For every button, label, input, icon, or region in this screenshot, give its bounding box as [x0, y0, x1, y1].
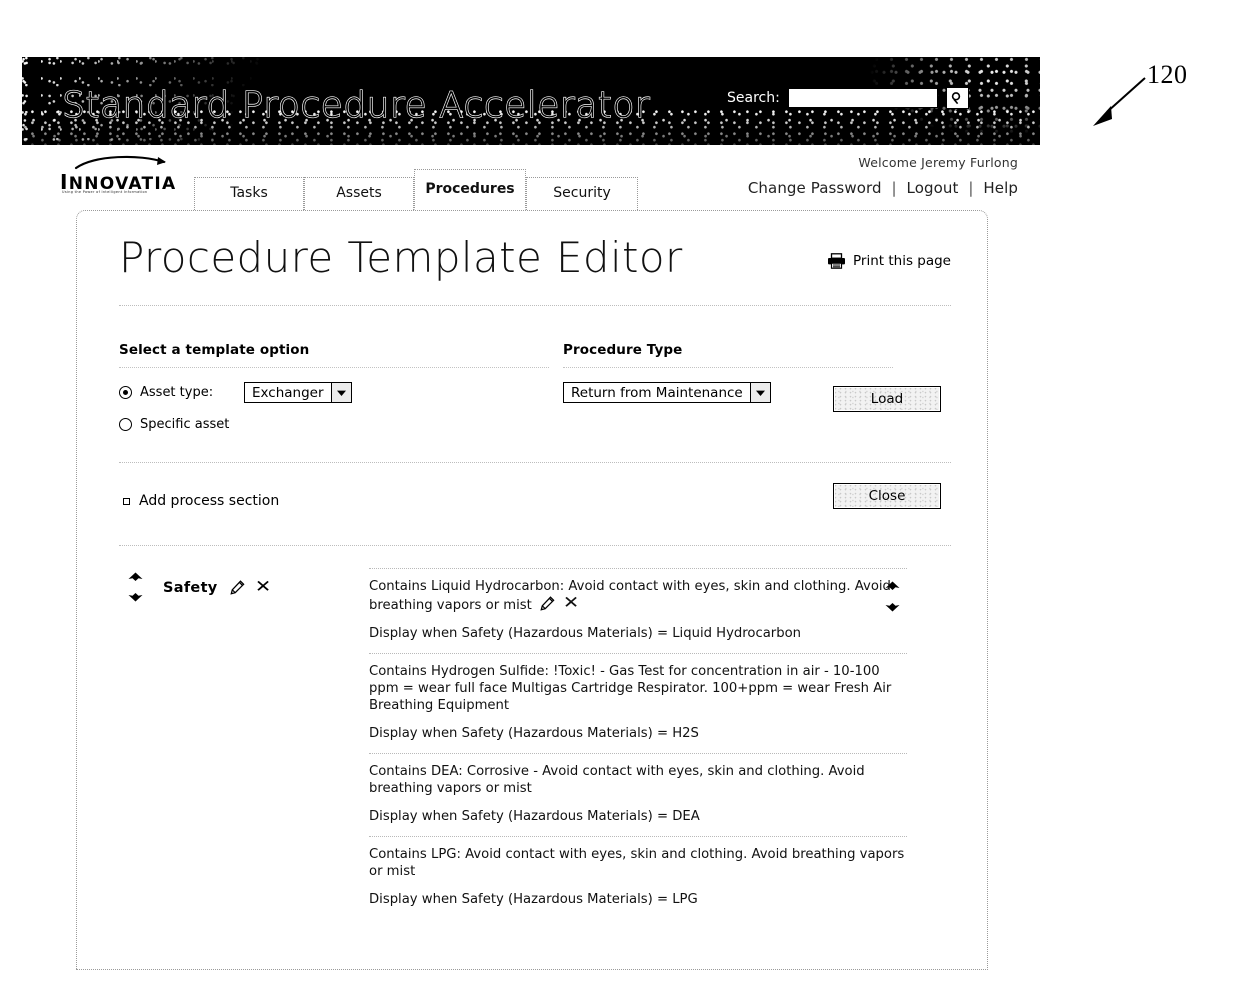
- delete-content-icon[interactable]: ✕: [563, 595, 579, 612]
- tab-tasks[interactable]: Tasks: [194, 177, 304, 210]
- add-process-section-label: Add process section: [139, 493, 280, 509]
- content-text-value: Contains Liquid Hydrocarbon: Avoid conta…: [369, 579, 891, 613]
- edit-pencil-icon[interactable]: [539, 596, 555, 611]
- template-option-form: Select a template option Asset type: Exc…: [119, 342, 951, 438]
- content-block-text: Contains DEA: Corrosive - Avoid contact …: [369, 764, 865, 796]
- divider-top: [119, 305, 951, 306]
- content-display-rule: Display when Safety (Hazardous Materials…: [369, 892, 698, 907]
- divider-add-bottom: [119, 545, 951, 546]
- content-block-text: Contains LPG: Avoid contact with eyes, s…: [369, 847, 905, 879]
- content-block-actions: ✕: [539, 595, 579, 612]
- user-area: Welcome Jeremy Furlong Change Password |…: [748, 155, 1018, 197]
- link-separator-1: |: [891, 179, 897, 197]
- process-section-safety: Safety ✕ Contains Liquid Hydrocarbon: Av…: [119, 568, 951, 919]
- radio-specific-asset[interactable]: [119, 418, 132, 431]
- add-process-section-link[interactable]: Add process section: [123, 493, 279, 509]
- radio-asset-type[interactable]: [119, 386, 132, 399]
- move-down-icon[interactable]: [884, 601, 901, 612]
- move-up-icon[interactable]: [127, 572, 144, 583]
- heading-rule-left: [119, 367, 549, 368]
- section-content-column: Contains Liquid Hydrocarbon: Avoid conta…: [369, 568, 951, 919]
- divider-form-bottom: [119, 462, 951, 463]
- search-area: Search:: [727, 87, 969, 109]
- section-reorder-controls: [127, 572, 144, 602]
- section-title: Safety: [163, 579, 218, 596]
- figure-callout: 120: [1085, 60, 1235, 155]
- load-button[interactable]: Load: [833, 386, 941, 412]
- innovatia-logo: INNOVATIA Using the Power of Intelligent…: [60, 154, 178, 196]
- link-separator-2: |: [968, 179, 974, 197]
- callout-number: 120: [1147, 60, 1188, 89]
- asset-type-select[interactable]: Exchanger: [244, 382, 352, 403]
- move-up-icon[interactable]: [884, 581, 901, 592]
- procedure-type-select[interactable]: Return from Maintenance: [563, 382, 771, 403]
- tab-procedures[interactable]: Procedures: [414, 169, 526, 210]
- section-header-column: Safety ✕: [119, 568, 369, 919]
- asset-type-row: Asset type: Exchanger: [119, 382, 549, 403]
- expand-square-icon: [123, 497, 130, 505]
- user-links: Change Password | Logout | Help: [748, 179, 1018, 197]
- content-display-rule: Display when Safety (Hazardous Materials…: [369, 626, 802, 641]
- content-block-text: Contains Hydrogen Sulfide: !Toxic! - Gas…: [369, 664, 892, 713]
- printer-icon: [828, 253, 845, 269]
- print-label: Print this page: [853, 253, 951, 269]
- edit-pencil-icon[interactable]: [229, 580, 245, 595]
- tab-assets[interactable]: Assets: [304, 177, 414, 210]
- content-block: Contains LPG: Avoid contact with eyes, s…: [369, 836, 907, 919]
- tab-security[interactable]: Security: [526, 177, 638, 210]
- content-display-rule: Display when Safety (Hazardous Materials…: [369, 809, 700, 824]
- navigation-row: INNOVATIA Using the Power of Intelligent…: [22, 145, 1040, 211]
- search-button[interactable]: [945, 87, 969, 109]
- content-block: Contains Hydrogen Sulfide: !Toxic! - Gas…: [369, 653, 907, 753]
- add-process-section-row: Add process section Close: [119, 483, 951, 523]
- close-button[interactable]: Close: [833, 483, 941, 509]
- content-block-text: Contains Liquid Hydrocarbon: Avoid conta…: [369, 578, 907, 614]
- chevron-down-icon: [749, 383, 770, 402]
- section-title-row: Safety ✕: [163, 574, 369, 596]
- logout-link[interactable]: Logout: [907, 179, 959, 197]
- content-display-rule: Display when Safety (Hazardous Materials…: [369, 726, 699, 741]
- procedure-type-value: Return from Maintenance: [571, 384, 743, 401]
- template-option-column: Select a template option Asset type: Exc…: [119, 342, 549, 432]
- content-reorder-controls: [884, 581, 901, 612]
- move-down-icon[interactable]: [127, 591, 144, 602]
- content-block: Contains DEA: Corrosive - Avoid contact …: [369, 753, 907, 836]
- logo-tagline: Using the Power of Intelligent Informati…: [62, 190, 148, 194]
- search-icon: [952, 92, 961, 105]
- print-this-page-link[interactable]: Print this page: [827, 253, 951, 269]
- select-template-option-heading: Select a template option: [119, 342, 310, 358]
- main-tabs: Tasks Assets Procedures Security: [194, 169, 638, 210]
- specific-asset-row: Specific asset: [119, 417, 549, 432]
- app-banner: Standard Procedure Accelerator Search:: [22, 57, 1040, 145]
- chevron-down-icon: [330, 383, 351, 402]
- application-window: Standard Procedure Accelerator Search: I…: [22, 57, 1040, 998]
- app-title: Standard Procedure Accelerator: [61, 84, 651, 126]
- search-input[interactable]: [787, 88, 938, 108]
- procedure-type-heading: Procedure Type: [563, 342, 683, 358]
- change-password-link[interactable]: Change Password: [748, 179, 882, 197]
- search-label: Search:: [727, 90, 780, 106]
- content-panel: Procedure Template Editor Print this pag…: [76, 210, 988, 970]
- asset-type-label: Asset type:: [140, 385, 214, 400]
- heading-rule-right: [563, 367, 893, 368]
- specific-asset-label: Specific asset: [140, 417, 230, 432]
- content-block: Contains Liquid Hydrocarbon: Avoid conta…: [369, 568, 907, 653]
- welcome-message: Welcome Jeremy Furlong: [858, 155, 1018, 170]
- delete-section-icon[interactable]: ✕: [254, 579, 270, 596]
- asset-type-value: Exchanger: [252, 384, 324, 401]
- help-link[interactable]: Help: [983, 179, 1018, 197]
